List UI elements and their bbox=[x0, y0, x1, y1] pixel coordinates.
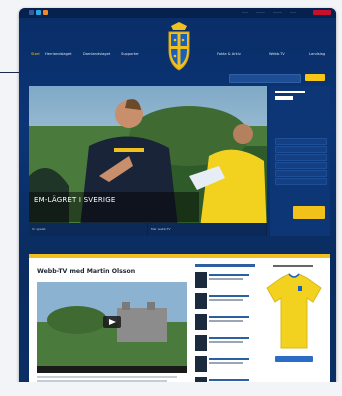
nav-item-landslag[interactable]: Landslag bbox=[309, 52, 325, 56]
side-cta-button[interactable] bbox=[293, 206, 325, 219]
video-controls[interactable] bbox=[37, 366, 187, 373]
side-link[interactable] bbox=[275, 170, 327, 177]
video-title[interactable]: Webb-TV med Martin Olsson bbox=[37, 268, 135, 275]
top-link[interactable]: —— bbox=[290, 10, 296, 14]
side-header-block bbox=[275, 91, 325, 119]
shop-header bbox=[263, 264, 325, 268]
hero-strip-item[interactable]: Mer webb-TV bbox=[148, 223, 267, 236]
facebook-icon[interactable] bbox=[29, 10, 34, 15]
panel-accent-bar bbox=[29, 254, 330, 258]
bottom-edge bbox=[0, 382, 342, 396]
twitter-icon[interactable] bbox=[36, 10, 41, 15]
side-link[interactable] bbox=[275, 138, 327, 145]
search-input[interactable] bbox=[229, 74, 301, 83]
nav-item-herrlandslaget[interactable]: Herrlandslaget bbox=[45, 52, 72, 56]
list-item[interactable] bbox=[195, 272, 255, 290]
hero-subtitle bbox=[34, 207, 184, 212]
nav-item-webb-tv[interactable]: Webb-TV bbox=[269, 52, 285, 56]
nav-item-start[interactable]: Start bbox=[31, 52, 40, 56]
side-link[interactable] bbox=[275, 162, 327, 169]
screenshot-stage: —— ——— ——— —— Start Herrlandslaget Damla… bbox=[0, 0, 342, 396]
hero-image[interactable]: EM-LÄGRET I SVERIGE Ur spelet Mer webb-T… bbox=[29, 86, 267, 236]
list-item[interactable] bbox=[195, 314, 255, 332]
login-button[interactable] bbox=[313, 10, 331, 15]
jersey-image[interactable] bbox=[263, 272, 325, 352]
hero-strip-item[interactable]: Ur spelet bbox=[29, 223, 148, 236]
list-item[interactable] bbox=[195, 335, 255, 353]
shop-module: Dagens Kläder bbox=[263, 264, 325, 396]
nav-item-fakta-arkiv[interactable]: Fakta & Arkiv bbox=[217, 52, 241, 56]
related-video-list bbox=[195, 264, 255, 396]
top-utility-bar: —— ——— ——— —— bbox=[19, 8, 336, 18]
hero-title[interactable]: EM-LÄGRET I SVERIGE bbox=[34, 196, 115, 204]
side-link[interactable] bbox=[275, 178, 327, 185]
top-links: —— ——— ——— —— bbox=[242, 10, 296, 14]
side-panel bbox=[270, 86, 330, 236]
list-item[interactable] bbox=[195, 293, 255, 311]
search-button[interactable] bbox=[305, 74, 325, 81]
list-item[interactable] bbox=[195, 356, 255, 374]
top-link[interactable]: ——— bbox=[273, 10, 282, 14]
top-link[interactable]: —— bbox=[242, 10, 248, 14]
side-link[interactable] bbox=[275, 154, 327, 161]
nav-item-damlandslaget[interactable]: Damlandslaget bbox=[83, 52, 110, 56]
social-icons bbox=[29, 10, 48, 15]
rss-icon[interactable] bbox=[43, 10, 48, 15]
shop-button[interactable] bbox=[275, 356, 313, 362]
nav-item-supporter[interactable]: Supporter bbox=[121, 52, 139, 56]
top-link[interactable]: ——— bbox=[256, 10, 265, 14]
website-page: —— ——— ——— —— Start Herrlandslaget Damla… bbox=[19, 8, 336, 396]
video-player[interactable] bbox=[37, 282, 187, 368]
content-panel: Webb-TV med Martin Olsson bbox=[29, 254, 330, 396]
video-thumbnail bbox=[37, 282, 187, 368]
crest-icon[interactable] bbox=[163, 20, 195, 76]
side-link[interactable] bbox=[275, 146, 327, 153]
hero-strip: Ur spelet Mer webb-TV bbox=[29, 223, 267, 236]
